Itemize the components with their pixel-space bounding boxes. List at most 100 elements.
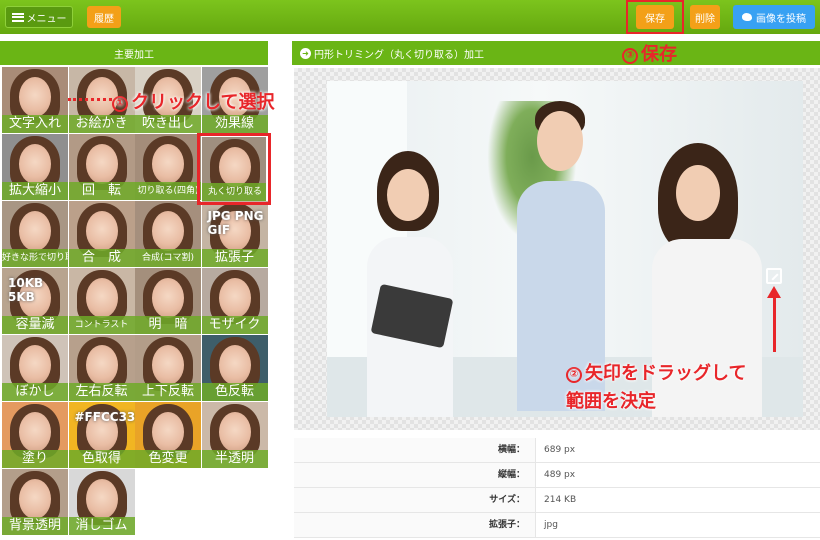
delete-button[interactable]: 削除 <box>690 5 720 29</box>
tool-label: 拡張子 <box>201 249 268 267</box>
tool-thumbnail-face <box>19 345 51 385</box>
tweet-image-button[interactable]: 画像を投稿 <box>733 5 815 29</box>
editor-header: ➜ 円形トリミング（丸く切り取る）加工 <box>292 41 820 65</box>
tool-thumbnail-face <box>85 278 118 318</box>
tool-label: ぼかし <box>2 383 68 401</box>
tool-tile[interactable]: 合 成 <box>68 201 135 267</box>
annotation-step-1-text: クリックして選択 <box>131 92 275 113</box>
annotation-step-3: ③ 保存 <box>622 40 677 66</box>
tool-label: 消しゴム <box>68 517 135 535</box>
editor-title: 円形トリミング（丸く切り取る）加工 <box>314 49 484 61</box>
tool-tile[interactable]: #FFCC33 色取得 <box>68 402 135 468</box>
tool-tile[interactable]: 塗り <box>2 402 68 468</box>
tool-label: 拡大縮小 <box>2 182 68 200</box>
tool-tile[interactable]: コントラスト <box>68 268 135 334</box>
tool-label: 上下反転 <box>135 383 201 401</box>
tool-thumbnail-face <box>218 412 251 452</box>
tool-label: 吹き出し <box>135 115 201 133</box>
annotation-dotted-line <box>68 98 112 101</box>
tool-tile[interactable]: 色変更 <box>135 402 201 468</box>
tool-label: 容量減 <box>2 316 68 334</box>
annotation-step-2-line2: 範囲を決定 <box>566 391 656 412</box>
tool-thumbnail-face <box>218 345 251 385</box>
tool-thumbnail-face <box>19 479 51 519</box>
tool-label: 文字入れ <box>2 115 68 133</box>
info-key: 拡張子： <box>294 513 535 537</box>
tool-label: 左右反転 <box>68 383 135 401</box>
annotation-step-2-num: ② <box>566 367 582 383</box>
tool-tile[interactable]: モザイク <box>201 268 268 334</box>
tool-tile[interactable]: 半透明 <box>201 402 268 468</box>
main-tools-title: 主要加工 <box>114 49 154 61</box>
tool-tile[interactable]: ぼかし <box>2 335 68 401</box>
tool-label: 色反転 <box>201 383 268 401</box>
tool-thumbnail-face <box>19 77 51 117</box>
info-row: 拡張子： jpg <box>294 513 820 538</box>
tool-label: 背景透明 <box>2 517 68 535</box>
info-value: 689 px <box>535 438 820 462</box>
tool-tile[interactable]: 左右反転 <box>68 335 135 401</box>
menu-button[interactable]: メニュー <box>5 6 73 28</box>
tool-thumbnail-face <box>152 345 184 385</box>
info-row: 縦幅： 489 px <box>294 463 820 488</box>
tool-overlay-text: 10KB 5KB <box>8 276 44 304</box>
tool-tile[interactable]: 背景透明 <box>2 469 68 535</box>
tool-label: 半透明 <box>201 450 268 468</box>
save-highlight-box <box>626 0 684 34</box>
main-tools-header: 主要加工 <box>0 41 268 65</box>
info-value: 489 px <box>535 463 820 487</box>
tool-tile[interactable]: 色反転 <box>201 335 268 401</box>
tool-thumbnail-face <box>85 479 118 519</box>
image-info-table: 横幅： 689 px 縦幅： 489 px サイズ： 214 KB 拡張子： j… <box>294 438 820 538</box>
tool-thumbnail-face <box>85 211 118 251</box>
tool-label: 塗り <box>2 450 68 468</box>
tool-tile[interactable]: 拡大縮小 <box>2 134 68 200</box>
tool-tile[interactable]: 切り取る(四角) <box>135 134 201 200</box>
tool-label: モザイク <box>201 316 268 334</box>
info-key: 横幅： <box>294 438 535 462</box>
annotation-step-3-text: 保存 <box>641 44 677 65</box>
info-row: サイズ： 214 KB <box>294 488 820 513</box>
tool-label: 色変更 <box>135 450 201 468</box>
tool-thumbnail-face <box>152 144 184 184</box>
tool-tile[interactable]: 上下反転 <box>135 335 201 401</box>
info-value: jpg <box>535 513 820 537</box>
tool-tile[interactable]: 回 転 <box>68 134 135 200</box>
tool-label: 好きな形で切り取る <box>2 249 68 267</box>
info-row: 横幅： 689 px <box>294 438 820 463</box>
tool-overlay-text: #FFCC33 <box>74 410 135 424</box>
top-toolbar: メニュー 履歴 保存 削除 画像を投稿 <box>0 0 820 34</box>
arrow-right-circle-icon: ➜ <box>300 47 311 59</box>
tool-label: 合 成 <box>68 249 135 267</box>
history-button[interactable]: 履歴 <box>87 6 121 28</box>
annotation-arrow-line <box>773 296 776 352</box>
info-key: 縦幅： <box>294 463 535 487</box>
tool-tile[interactable]: 好きな形で切り取る <box>2 201 68 267</box>
info-key: サイズ： <box>294 488 535 512</box>
annotation-step-3-num: ③ <box>622 47 638 64</box>
tool-label: お絵かき <box>68 115 135 133</box>
tool-label: 明 暗 <box>135 316 201 334</box>
tool-tile[interactable]: 合成(コマ割) <box>135 201 201 267</box>
tool-tile[interactable]: 消しゴム <box>68 469 135 535</box>
tool-tile[interactable]: 10KB 5KB 容量減 <box>2 268 68 334</box>
tool-thumbnail-face <box>218 278 251 318</box>
tool-thumbnail-face <box>152 412 184 452</box>
annotation-step-2-line1: 矢印をドラッグして <box>585 363 747 384</box>
tool-thumbnail-face <box>152 211 184 251</box>
tool-overlay-text: JPG PNG GIF <box>207 209 264 237</box>
tool-thumbnail-face <box>19 412 51 452</box>
annotation-step-2: ② 矢印をドラッグして 範囲を決定 <box>566 360 746 416</box>
hamburger-icon <box>11 12 24 22</box>
resize-handle-icon[interactable] <box>766 268 782 284</box>
tool-thumbnail-face <box>19 211 51 251</box>
tool-thumbnail-face <box>19 144 51 184</box>
annotation-step-1: ① クリックして選択 <box>112 88 274 114</box>
tool-label: 合成(コマ割) <box>135 249 201 267</box>
menu-button-label: メニュー <box>26 13 67 25</box>
tool-thumbnail-face <box>85 144 118 184</box>
tool-tile[interactable]: JPG PNG GIF 拡張子 <box>201 201 268 267</box>
tool-tile[interactable]: 明 暗 <box>135 268 201 334</box>
tool-tile[interactable]: 文字入れ <box>2 67 68 133</box>
tool-thumbnail-face <box>85 345 118 385</box>
